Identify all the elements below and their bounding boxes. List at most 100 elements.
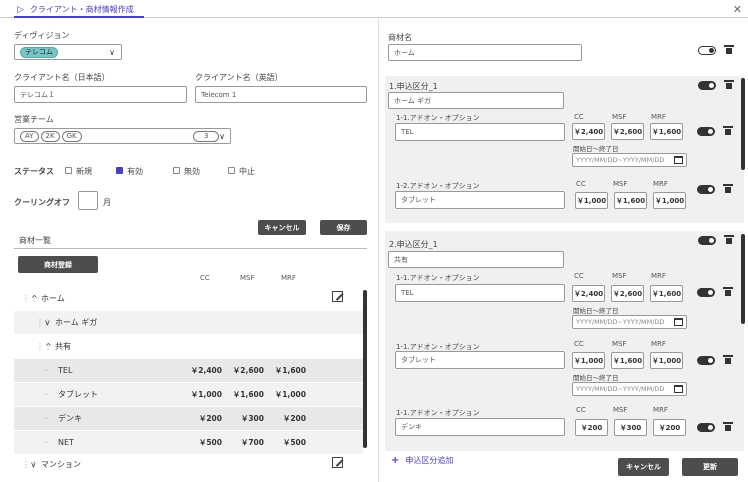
calendar-icon[interactable]: [674, 385, 683, 393]
table-row[interactable]: ⋮⋮ v ホーム ギガ: [14, 311, 363, 334]
toggle-switch[interactable]: [697, 288, 715, 297]
table-row[interactable]: ⋮⋮ ^ ホーム: [14, 287, 363, 310]
add-section-link[interactable]: + 申込区分追加: [391, 455, 453, 466]
calendar-icon[interactable]: [674, 318, 683, 326]
scrollbar[interactable]: [741, 234, 745, 324]
trash-icon[interactable]: [723, 184, 733, 193]
table-row[interactable]: ⋮⋮ v マンション: [14, 453, 363, 476]
option-value-input[interactable]: TEL: [395, 284, 565, 302]
toggle-switch[interactable]: [697, 185, 715, 194]
mrf-input[interactable]: ￥1,600: [650, 123, 683, 140]
mrf-input[interactable]: ￥200: [653, 419, 686, 436]
column-header-cc: CC: [574, 272, 584, 280]
edit-icon[interactable]: [332, 291, 344, 302]
status-option-inactive[interactable]: 無効: [173, 166, 200, 177]
register-product-button[interactable]: 商材登録: [18, 256, 98, 273]
toggle-switch[interactable]: [697, 356, 715, 365]
client-en-input[interactable]: Telecom 1: [195, 86, 367, 103]
trash-icon[interactable]: [723, 126, 733, 135]
scrollbar[interactable]: [741, 78, 745, 170]
tab-client-product[interactable]: ▷ クライアント・商材情報作成: [17, 4, 134, 15]
cc-input[interactable]: ￥1,000: [572, 352, 605, 369]
msf-input[interactable]: ￥2,600: [611, 123, 644, 140]
checkbox[interactable]: [65, 167, 72, 174]
table-row[interactable]: ·· デンキ ￥200 ￥300 ￥200: [14, 407, 363, 430]
expand-toggle-icon[interactable]: ^: [31, 294, 38, 303]
cc-input[interactable]: ￥2,400: [572, 285, 605, 302]
cc-input[interactable]: ￥1,000: [575, 192, 608, 209]
date-range-input[interactable]: YYYY/MM/DD~YYYY/MM/DD: [572, 315, 687, 329]
expand-toggle-icon[interactable]: v: [45, 318, 50, 327]
toggle-switch[interactable]: [698, 46, 716, 55]
status-option-active[interactable]: 有効: [116, 166, 143, 177]
trash-icon[interactable]: [723, 422, 733, 431]
date-range-input[interactable]: YYYY/MM/DD~YYYY/MM/DD: [572, 153, 687, 167]
top-bar: ▷ クライアント・商材情報作成 ✕: [0, 0, 748, 18]
expand-toggle-icon[interactable]: v: [31, 460, 36, 469]
row-mrf: ￥1,600: [274, 366, 306, 375]
status-option-stopped[interactable]: 中止: [228, 166, 255, 177]
toggle-switch[interactable]: [698, 81, 716, 90]
row-mrf: ￥500: [282, 438, 306, 447]
division-chip: テレコム: [20, 46, 58, 58]
table-row[interactable]: ·· TEL ￥2,400 ￥2,600 ￥1,600: [14, 359, 363, 382]
column-header-mrf: MRF: [653, 180, 668, 188]
section-value-input[interactable]: ホーム ギガ: [388, 92, 564, 109]
division-select[interactable]: テレコム ∨: [14, 44, 122, 60]
edit-icon[interactable]: [332, 457, 344, 468]
toggle-switch[interactable]: [698, 236, 716, 245]
mrf-input[interactable]: ￥1,000: [650, 352, 683, 369]
toggle-switch[interactable]: [697, 423, 715, 432]
tab-underline: [14, 16, 144, 18]
row-mrf: ￥200: [282, 414, 306, 423]
table-row[interactable]: ·· タブレット ￥1,000 ￥1,600 ￥1,000: [14, 383, 363, 406]
msf-input[interactable]: ￥1,600: [611, 352, 644, 369]
tab-label: クライアント・商材情報作成: [29, 5, 134, 14]
checkbox-checked[interactable]: [116, 167, 123, 174]
client-jp-input[interactable]: テレコム１: [14, 86, 187, 103]
table-row[interactable]: ⋮⋮ ^ 共有: [14, 335, 363, 358]
cooling-off-input[interactable]: [78, 191, 98, 210]
table-row[interactable]: ·· NET ￥500 ￥700 ￥500: [14, 431, 363, 454]
checkbox[interactable]: [173, 167, 180, 174]
calendar-icon[interactable]: [674, 156, 683, 164]
row-label: TEL: [58, 366, 73, 375]
section-value-input[interactable]: 共有: [388, 251, 564, 268]
date-range-input[interactable]: YYYY/MM/DD~YYYY/MM/DD: [572, 382, 687, 396]
trash-icon[interactable]: [724, 80, 734, 89]
msf-input[interactable]: ￥2,600: [611, 285, 644, 302]
plus-icon: +: [391, 455, 400, 466]
close-icon[interactable]: ✕: [733, 3, 742, 16]
team-chip[interactable]: 2K: [40, 130, 60, 142]
team-chip[interactable]: GK: [61, 130, 82, 142]
cancel-button[interactable]: キャンセル: [618, 458, 669, 476]
sales-team-select[interactable]: AY 2K GK 3 ∨: [14, 128, 231, 144]
mrf-input[interactable]: ￥1,600: [650, 285, 683, 302]
trash-icon[interactable]: [723, 287, 733, 296]
cc-input[interactable]: ￥200: [575, 419, 608, 436]
product-name-input[interactable]: ホーム: [388, 44, 582, 61]
msf-input[interactable]: ￥300: [614, 419, 647, 436]
option-value-input[interactable]: タブレット: [395, 191, 565, 209]
row-cc: ￥500: [198, 438, 222, 447]
msf-input[interactable]: ￥1,600: [614, 192, 647, 209]
bullet-icon: ··: [44, 414, 50, 423]
toggle-switch[interactable]: [697, 127, 715, 136]
option-label: 1-1.アドオン・オプション: [396, 409, 480, 417]
save-button[interactable]: 保存: [320, 220, 367, 235]
mrf-input[interactable]: ￥1,000: [653, 192, 686, 209]
trash-icon[interactable]: [724, 235, 734, 244]
cc-input[interactable]: ￥2,400: [572, 123, 605, 140]
scrollbar[interactable]: [363, 290, 367, 448]
cancel-button[interactable]: キャンセル: [258, 220, 306, 235]
option-value-input[interactable]: TEL: [395, 123, 565, 141]
checkbox[interactable]: [228, 167, 235, 174]
trash-icon[interactable]: [723, 355, 733, 364]
update-button[interactable]: 更新: [682, 458, 738, 476]
team-chip[interactable]: AY: [20, 130, 39, 142]
option-value-input[interactable]: デンキ: [395, 418, 565, 436]
expand-toggle-icon[interactable]: ^: [45, 342, 52, 351]
status-option-new[interactable]: 新規: [65, 166, 92, 177]
trash-icon[interactable]: [724, 45, 734, 54]
option-value-input[interactable]: タブレット: [395, 351, 565, 369]
